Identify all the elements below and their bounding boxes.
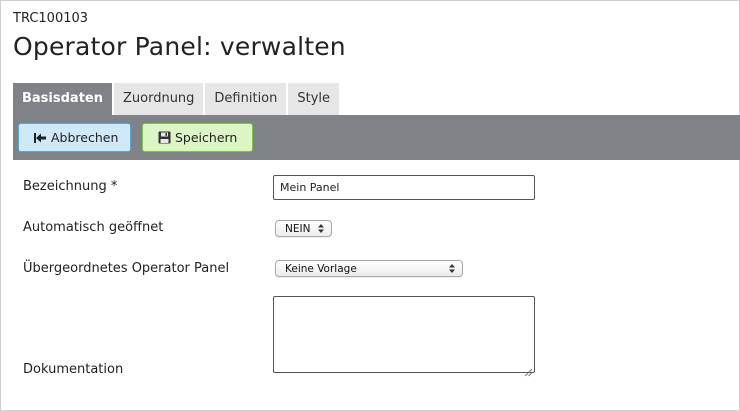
tab-style[interactable]: Style [288,83,340,115]
tab-bar: Basisdaten Zuordnung Definition Style [13,83,341,115]
parent-panel-value: Keine Vorlage [285,262,357,275]
floppy-disk-icon [157,131,171,145]
back-to-start-icon [33,131,47,145]
save-button-label: Speichern [175,130,238,145]
auto-open-label: Automatisch geöffnet [23,220,164,235]
parent-panel-label: Übergeordnetes Operator Panel [23,261,230,276]
select-arrows-icon [448,263,456,274]
cancel-button-label: Abbrechen [51,130,119,145]
cancel-button[interactable]: Abbrechen [18,123,131,152]
save-button[interactable]: Speichern [142,123,253,152]
select-arrows-icon [317,223,325,234]
page-title: Operator Panel: verwalten [13,32,346,61]
record-id: TRC100103 [13,11,89,26]
resize-grip-icon[interactable] [524,362,533,377]
auto-open-select[interactable]: NEIN [275,220,332,237]
tab-zuordnung[interactable]: Zuordnung [113,83,204,115]
auto-open-value: NEIN [285,222,311,235]
name-label: Bezeichnung * [23,179,118,194]
tab-basisdaten[interactable]: Basisdaten [13,83,112,115]
parent-panel-select[interactable]: Keine Vorlage [275,260,463,277]
documentation-label: Dokumentation [23,362,124,377]
documentation-textarea[interactable] [273,296,535,373]
toolbar: Abbrechen Speichern [13,115,740,160]
name-input[interactable] [273,175,535,200]
tab-definition[interactable]: Definition [205,83,287,115]
